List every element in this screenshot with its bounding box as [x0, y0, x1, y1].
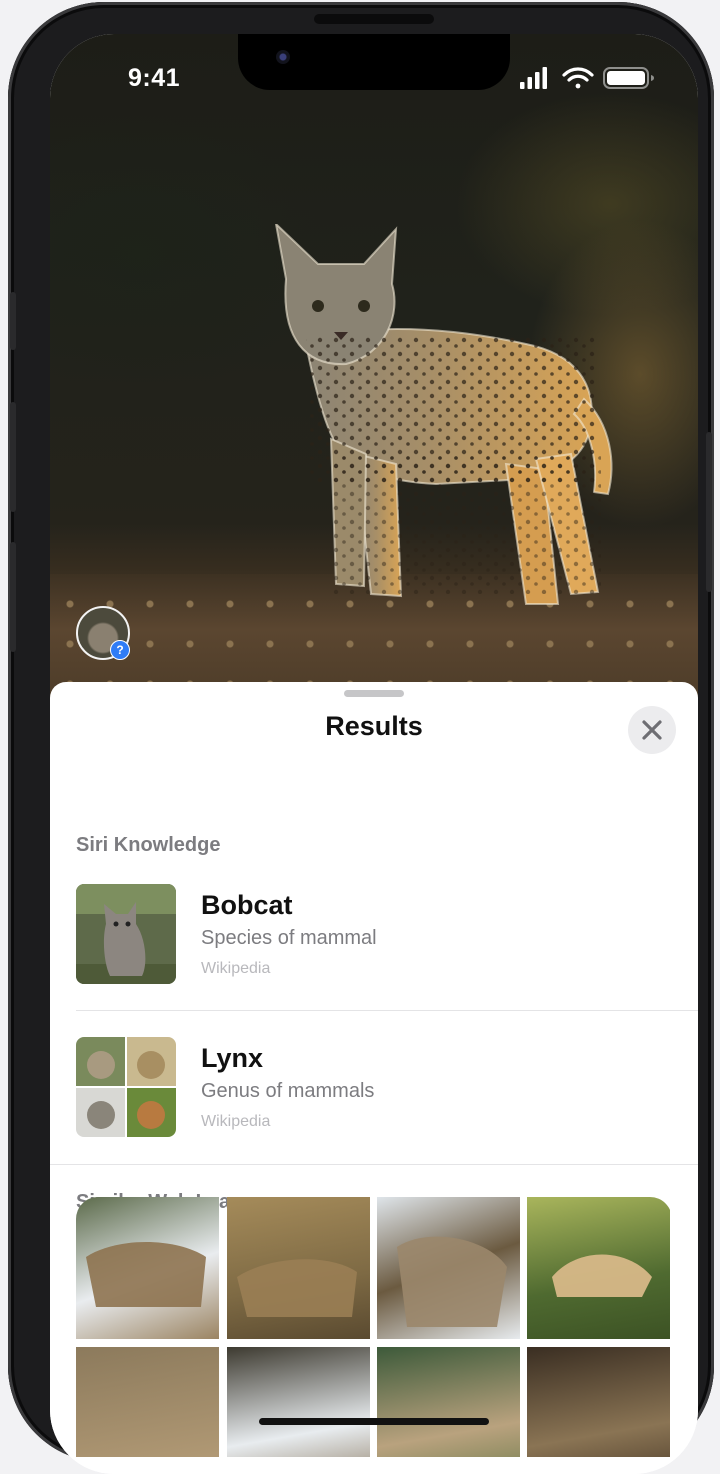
- section-label-siri-knowledge: Siri Knowledge: [76, 834, 221, 856]
- divider: [50, 1164, 698, 1165]
- volume-down-button: [10, 542, 16, 652]
- result-subtitle: Genus of mammals: [201, 1080, 375, 1102]
- close-icon: [642, 720, 662, 740]
- sheet-title: Results: [325, 711, 423, 741]
- power-button: [706, 432, 712, 592]
- status-time: 9:41: [128, 64, 181, 92]
- bobcat-photo[interactable]: 9:41 ?: [50, 34, 698, 714]
- result-bobcat[interactable]: Bobcat Species of mammal Wikipedia: [76, 884, 698, 984]
- similar-image[interactable]: [76, 1347, 219, 1457]
- result-source: Wikipedia: [201, 1113, 271, 1130]
- silent-switch: [10, 292, 16, 350]
- status-icons: [520, 67, 654, 89]
- lynx-thumbnail: [76, 1037, 176, 1137]
- earpiece: [314, 14, 434, 24]
- bobcat-subject[interactable]: [236, 224, 616, 624]
- front-camera: [276, 50, 290, 64]
- similar-image[interactable]: [76, 1197, 219, 1339]
- result-source: Wikipedia: [201, 960, 271, 977]
- result-lynx[interactable]: Lynx Genus of mammals Wikipedia: [76, 1037, 698, 1137]
- result-title: Lynx: [201, 1043, 264, 1073]
- divider: [76, 1010, 698, 1011]
- sheet-grabber[interactable]: [344, 690, 404, 697]
- result-title: Bobcat: [201, 890, 293, 920]
- bobcat-thumbnail: [76, 884, 176, 984]
- similar-image[interactable]: [527, 1197, 670, 1339]
- similar-image[interactable]: [227, 1347, 370, 1457]
- phone-frame: 9:41 ? Results Siri Knowledge Bobcat Spe…: [8, 2, 714, 1474]
- similar-image[interactable]: [227, 1197, 370, 1339]
- close-button[interactable]: [628, 706, 676, 754]
- visual-lookup-badge-icon: ?: [110, 640, 130, 660]
- home-indicator[interactable]: [259, 1418, 489, 1425]
- dynamic-island: [238, 34, 510, 90]
- cellular-signal-icon: [520, 67, 547, 89]
- battery-icon: [603, 67, 654, 89]
- similar-image[interactable]: [377, 1347, 520, 1457]
- result-subtitle: Species of mammal: [201, 927, 377, 949]
- similar-image[interactable]: [377, 1197, 520, 1339]
- wifi-icon: [562, 67, 594, 89]
- screen: 9:41 ? Results Siri Knowledge Bobcat Spe…: [50, 34, 698, 1474]
- similar-image[interactable]: [527, 1347, 670, 1457]
- volume-up-button: [10, 402, 16, 512]
